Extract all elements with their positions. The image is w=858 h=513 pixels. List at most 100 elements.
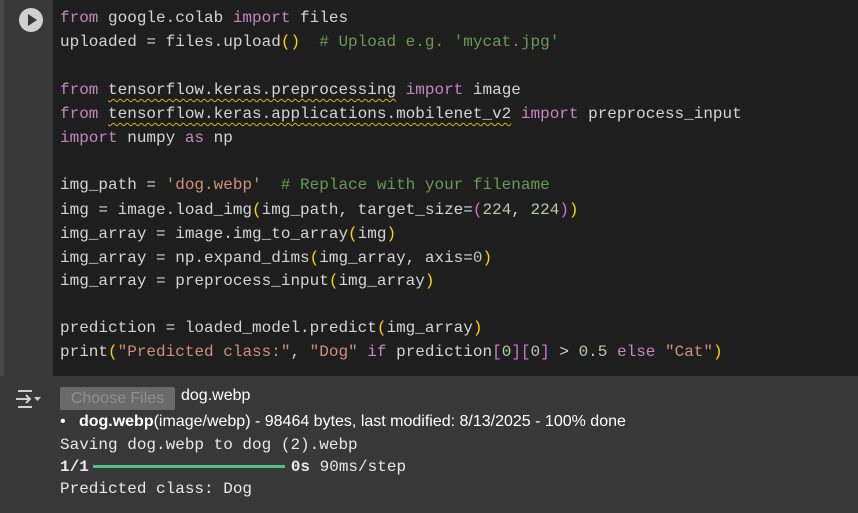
code-token: 'dog.webp' [165,176,262,194]
code-token: img_path = [60,176,166,194]
code-line: img_array = preprocess_input(img_array) [60,269,434,293]
progress-step: 1/1 [60,458,89,476]
code-token: 0.5 [578,343,608,361]
code-token: ) [424,272,435,290]
progress-bar [92,465,285,469]
code-token: prediction = loaded_model.predict [60,319,377,337]
code-line: img_path = 'dog.webp' # Replace with you… [60,173,550,197]
code-line: from tensorflow.keras.preprocessing impo… [60,78,521,102]
code-token: ( [108,343,118,361]
prediction-result: Predicted class: Dog [60,480,253,498]
code-token: ( [252,201,262,219]
code-line: img = image.load_img(img_path, target_si… [60,198,579,222]
file-name: dog.webp [78,413,154,430]
cell-sidebar [4,0,53,376]
code-token: "Cat" [665,343,714,361]
code-token: img [357,225,387,243]
code-token: ( [348,225,358,243]
code-token: ][ [511,343,531,361]
code-token: ) [482,249,493,267]
code-line: print("Predicted class:", "Dog" if predi… [60,340,723,364]
code-line: img_array = np.expand_dims(img_array, ax… [60,246,492,270]
code-token: , [511,201,531,219]
code-token: img_path, target_size= [261,201,473,219]
code-token: , [290,343,310,361]
code-token: "Predicted class:" [117,343,291,361]
code-token: np [204,129,233,147]
code-token: ) [713,343,723,361]
code-token: img_array = image.img_to_array [60,225,349,243]
code-token: 224 [482,201,512,219]
code-token: prediction [386,343,493,361]
code-token: as [184,129,205,147]
code-line: img_array = image.img_to_array(img) [60,222,396,246]
code-token: img_array [338,272,425,290]
code-line: from tensorflow.keras.applications.mobil… [60,102,742,126]
code-token: # Replace with your filename [280,176,550,194]
file-details: (image/webp) - 98464 bytes, last modifie… [153,413,626,430]
progress-time: 0s [290,458,311,476]
code-token: import [520,105,579,123]
progress-line: 1/1 0s 90ms/step [60,456,406,478]
code-token: from [60,81,99,99]
code-token: img_array, axis= [319,249,473,267]
code-token: tensorflow.keras.preprocessing [108,81,397,99]
code-token: ) [472,319,483,337]
code-token: # Upload e.g. 'mycat.jpg' [319,33,560,51]
code-line: prediction = loaded_model.predict(img_ar… [60,316,483,340]
code-token: img_array = np.expand_dims [60,249,310,267]
code-token: ( [328,272,339,290]
code-token: img = image.load_img [60,201,253,219]
code-token: ] [540,343,550,361]
code-token: 0 [501,343,512,361]
code-token: () [280,33,301,51]
code-token: "Dog" [309,343,358,361]
progress-rate: 90ms/step [319,458,407,476]
uploaded-file-item: • dog.webp(image/webp) - 98464 bytes, la… [60,413,626,430]
saving-line: Saving dog.webp to dog (2).webp [60,436,358,454]
code-token: else [616,343,656,361]
code-token: if [367,343,387,361]
code-token: import [60,129,118,147]
code-token: 0 [530,343,541,361]
code-token: uploaded = files.upload [60,33,281,51]
run-cell-button[interactable] [19,8,43,32]
code-token: numpy [117,129,185,147]
code-line: import numpy as np [60,126,233,150]
code-token: img_array = preprocess_input [60,272,329,290]
code-token: image [463,81,521,99]
code-token: > [549,343,579,361]
code-token: ( [309,249,320,267]
code-token: import [232,9,291,27]
code-token: import [405,81,464,99]
code-editor[interactable]: from google.colab import files uploaded =… [53,0,858,376]
code-line: uploaded = files.upload() # Upload e.g. … [60,30,559,54]
choose-files-button[interactable]: Choose Files [60,387,175,410]
code-token: 224 [530,201,560,219]
cell-output: Choose Files dog.webp • dog.webp(image/w… [0,376,858,513]
code-token: google.colab [98,9,233,27]
code-line: from google.colab import files [60,6,348,30]
code-token: preprocess_input [578,105,742,123]
code-token: print [60,343,109,361]
output-toggle-icon[interactable] [14,388,42,410]
code-token: ) [568,201,579,219]
code-token: ) [559,201,569,219]
code-token: tensorflow.keras.applications.mobilenet_… [108,105,512,123]
chosen-file-name: dog.webp [181,387,251,404]
code-token: from [60,105,99,123]
code-token: ) [386,225,397,243]
code-token: [ [492,343,502,361]
code-token: from [60,9,99,27]
code-token: img_array [386,319,473,337]
code-token: files [290,9,349,27]
